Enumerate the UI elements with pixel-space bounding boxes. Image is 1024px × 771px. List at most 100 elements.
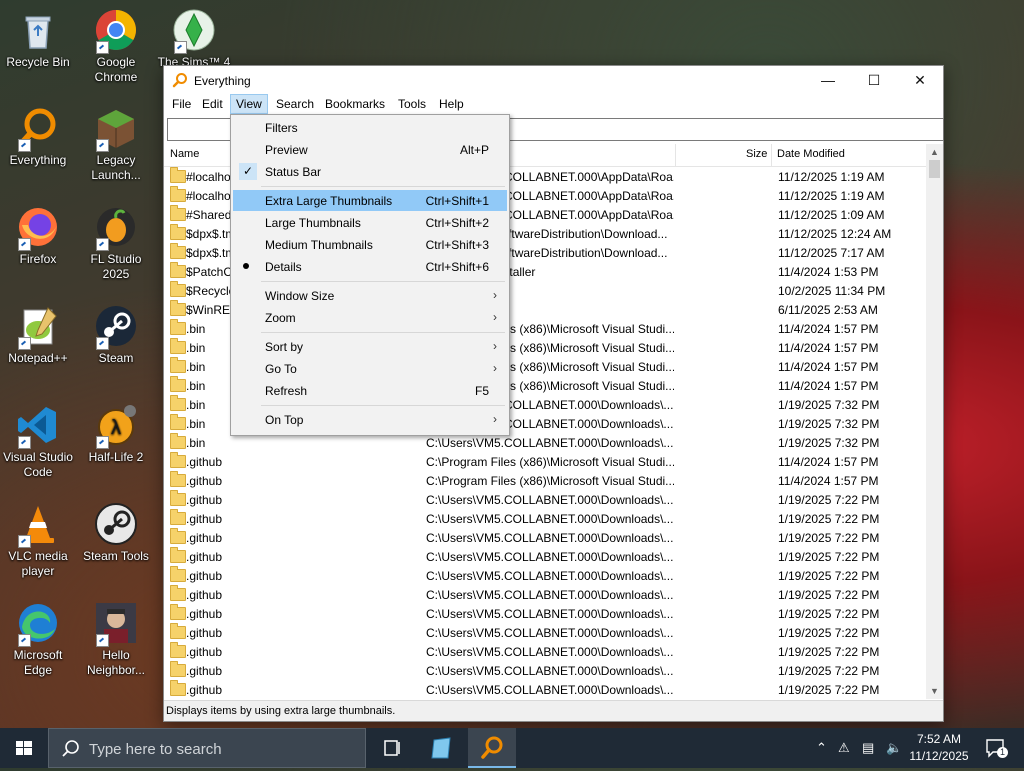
title-bar[interactable]: Everything — ☐ ✕ <box>164 66 943 94</box>
desktop-icon-legacy-launcher[interactable]: Legacy Launch... <box>78 106 154 183</box>
menu-search[interactable]: Search <box>271 95 319 113</box>
desktop-icon-label: Visual Studio Code <box>3 450 73 479</box>
menu-item-medium-thumbnails[interactable]: Medium Thumbnails Ctrl+Shift+3 <box>233 234 507 255</box>
menu-item-go-to[interactable]: Go To › <box>233 358 507 379</box>
menu-file[interactable]: File <box>167 95 196 113</box>
column-name[interactable]: Name <box>170 148 199 160</box>
menu-view[interactable]: View <box>230 94 268 114</box>
clock[interactable]: 7:52 AM 11/12/2025 <box>900 731 978 765</box>
window-title: Everything <box>194 74 251 88</box>
menu-item-sort-by[interactable]: Sort by › <box>233 336 507 357</box>
desktop-icon-everything[interactable]: Everything <box>0 106 76 168</box>
scroll-down-icon[interactable]: ▼ <box>926 683 943 699</box>
desktop-icon-hello-neighbor[interactable]: Hello Neighbor... <box>78 601 154 678</box>
menu-bookmarks[interactable]: Bookmarks <box>320 95 390 113</box>
menu-item-details[interactable]: Details Ctrl+Shift+6 <box>233 256 507 277</box>
menu-item-extra-large-thumbnails[interactable]: Extra Large Thumbnails Ctrl+Shift+1 <box>233 190 507 211</box>
menu-item-zoom[interactable]: Zoom › <box>233 307 507 328</box>
maximize-button[interactable]: ☐ <box>851 66 897 94</box>
desktop-icon-edge[interactable]: Microsoft Edge <box>0 601 76 678</box>
row-name: .github <box>186 512 223 526</box>
desktop-icon-chrome[interactable]: Google Chrome <box>78 8 154 85</box>
desktop-icon-label: Legacy Launch... <box>91 153 141 182</box>
desktop-icon-steam[interactable]: Steam <box>78 304 154 366</box>
taskbar-app-notes[interactable] <box>418 728 466 768</box>
menu-item-status-bar[interactable]: ✓ Status Bar <box>233 161 507 182</box>
menu-separator <box>261 186 505 187</box>
table-row[interactable]: .github C:\Users\VM5.COLLABNET.000\Downlo… <box>164 680 926 699</box>
table-row[interactable]: .github C:\Users\VM5.COLLABNET.000\Downlo… <box>164 490 926 509</box>
menu-item-shortcut: Ctrl+Shift+3 <box>425 238 489 252</box>
row-name: .github <box>186 664 223 678</box>
notification-center-button[interactable]: 1 <box>984 736 1008 760</box>
desktop-icon-vscode[interactable]: Visual Studio Code <box>0 403 76 480</box>
desktop-icon-vlc[interactable]: VLC media player <box>0 502 76 579</box>
desktop-icon-label: Hello Neighbor... <box>86 648 146 677</box>
close-button[interactable]: ✕ <box>897 66 943 94</box>
column-divider[interactable] <box>675 144 676 166</box>
row-name: .bin <box>186 436 206 450</box>
menu-item-preview[interactable]: Preview Alt+P <box>233 139 507 160</box>
menu-item-shortcut: Alt+P <box>459 143 489 157</box>
minimize-button[interactable]: — <box>805 66 851 94</box>
scroll-up-icon[interactable]: ▲ <box>926 144 943 160</box>
folder-icon <box>170 452 186 468</box>
desktop-icon-sims[interactable]: The Sims™ 4 <box>156 8 232 70</box>
taskbar-search-placeholder: Type here to search <box>89 741 222 758</box>
menu-help[interactable]: Help <box>434 95 469 113</box>
menu-item-refresh[interactable]: Refresh F5 <box>233 380 507 401</box>
security-icon[interactable]: ⚠ <box>838 740 850 756</box>
table-row[interactable]: .github C:\Users\VM5.COLLABNET.000\Downlo… <box>164 509 926 528</box>
desktop-icon-firefox[interactable]: Firefox <box>0 205 76 267</box>
notification-badge: 1 <box>997 747 1008 758</box>
column-divider[interactable] <box>771 144 772 166</box>
table-row[interactable]: .github C:\Users\VM5.COLLABNET.000\Downlo… <box>164 566 926 585</box>
table-row[interactable]: .github C:\Users\VM5.COLLABNET.000\Downlo… <box>164 547 926 566</box>
start-button[interactable] <box>0 728 48 768</box>
column-size[interactable]: Size <box>746 148 767 160</box>
table-row[interactable]: .github C:\Users\VM5.COLLABNET.000\Downlo… <box>164 623 926 642</box>
row-name: .github <box>186 569 223 583</box>
table-row[interactable]: .github C:\Program Files (x86)\Microsoft … <box>164 471 926 490</box>
folder-icon <box>170 224 186 240</box>
desktop-icon-recycle-bin[interactable]: Recycle Bin <box>0 8 76 70</box>
everything-icon <box>16 106 60 152</box>
network-icon[interactable]: ▤ <box>862 740 874 756</box>
scroll-thumb[interactable] <box>929 160 940 178</box>
table-row[interactable]: .github C:\Users\VM5.COLLABNET.000\Downlo… <box>164 585 926 604</box>
folder-icon <box>170 433 186 449</box>
search-icon <box>62 740 79 757</box>
desktop-icon-half-life[interactable]: λ Half-Life 2 <box>78 403 154 465</box>
table-row[interactable]: .github C:\Users\VM5.COLLABNET.000\Downlo… <box>164 642 926 661</box>
menu-edit[interactable]: Edit <box>197 95 228 113</box>
row-name: .bin <box>186 417 206 431</box>
folder-icon <box>170 281 186 297</box>
show-hidden-icons-chevron-icon[interactable]: ⌃ <box>816 740 827 756</box>
table-row[interactable]: .github C:\Users\VM5.COLLABNET.000\Downlo… <box>164 661 926 680</box>
desktop-icon-notepad-plus[interactable]: Notepad++ <box>0 304 76 366</box>
shortcut-arrow-icon <box>96 337 109 350</box>
taskbar-search-box[interactable]: Type here to search <box>48 728 366 768</box>
row-date: 11/12/2025 1:19 AM <box>778 170 885 184</box>
row-date: 1/19/2025 7:32 PM <box>778 398 880 412</box>
row-name: .github <box>186 645 223 659</box>
task-view-button[interactable] <box>368 728 416 768</box>
column-date-modified[interactable]: Date Modified <box>777 148 845 160</box>
table-row[interactable]: .github C:\Program Files (x86)\Microsoft … <box>164 452 926 471</box>
vertical-scrollbar[interactable]: ▲ ▼ <box>926 144 943 699</box>
menu-tools[interactable]: Tools <box>393 95 431 113</box>
row-date: 11/12/2025 7:17 AM <box>778 246 885 260</box>
taskbar-app-everything[interactable] <box>468 728 516 768</box>
menu-item-filters[interactable]: Filters <box>233 117 507 138</box>
menu-item-on-top[interactable]: On Top › <box>233 409 507 430</box>
row-path: C:\Users\VM5.COLLABNET.000\Downloads\... <box>426 512 674 526</box>
menu-item-window-size[interactable]: Window Size › <box>233 285 507 306</box>
status-text: Displays items by using extra large thum… <box>166 705 396 717</box>
desktop-icon-steam-tools[interactable]: Steam Tools <box>78 502 154 564</box>
table-row[interactable]: .github C:\Users\VM5.COLLABNET.000\Downlo… <box>164 528 926 547</box>
desktop-icon-fl-studio[interactable]: FL Studio 2025 <box>78 205 154 282</box>
table-row[interactable]: .github C:\Users\VM5.COLLABNET.000\Downlo… <box>164 604 926 623</box>
menu-item-shortcut: Ctrl+Shift+2 <box>425 216 489 230</box>
menu-item-large-thumbnails[interactable]: Large Thumbnails Ctrl+Shift+2 <box>233 212 507 233</box>
folder-icon <box>170 376 186 392</box>
